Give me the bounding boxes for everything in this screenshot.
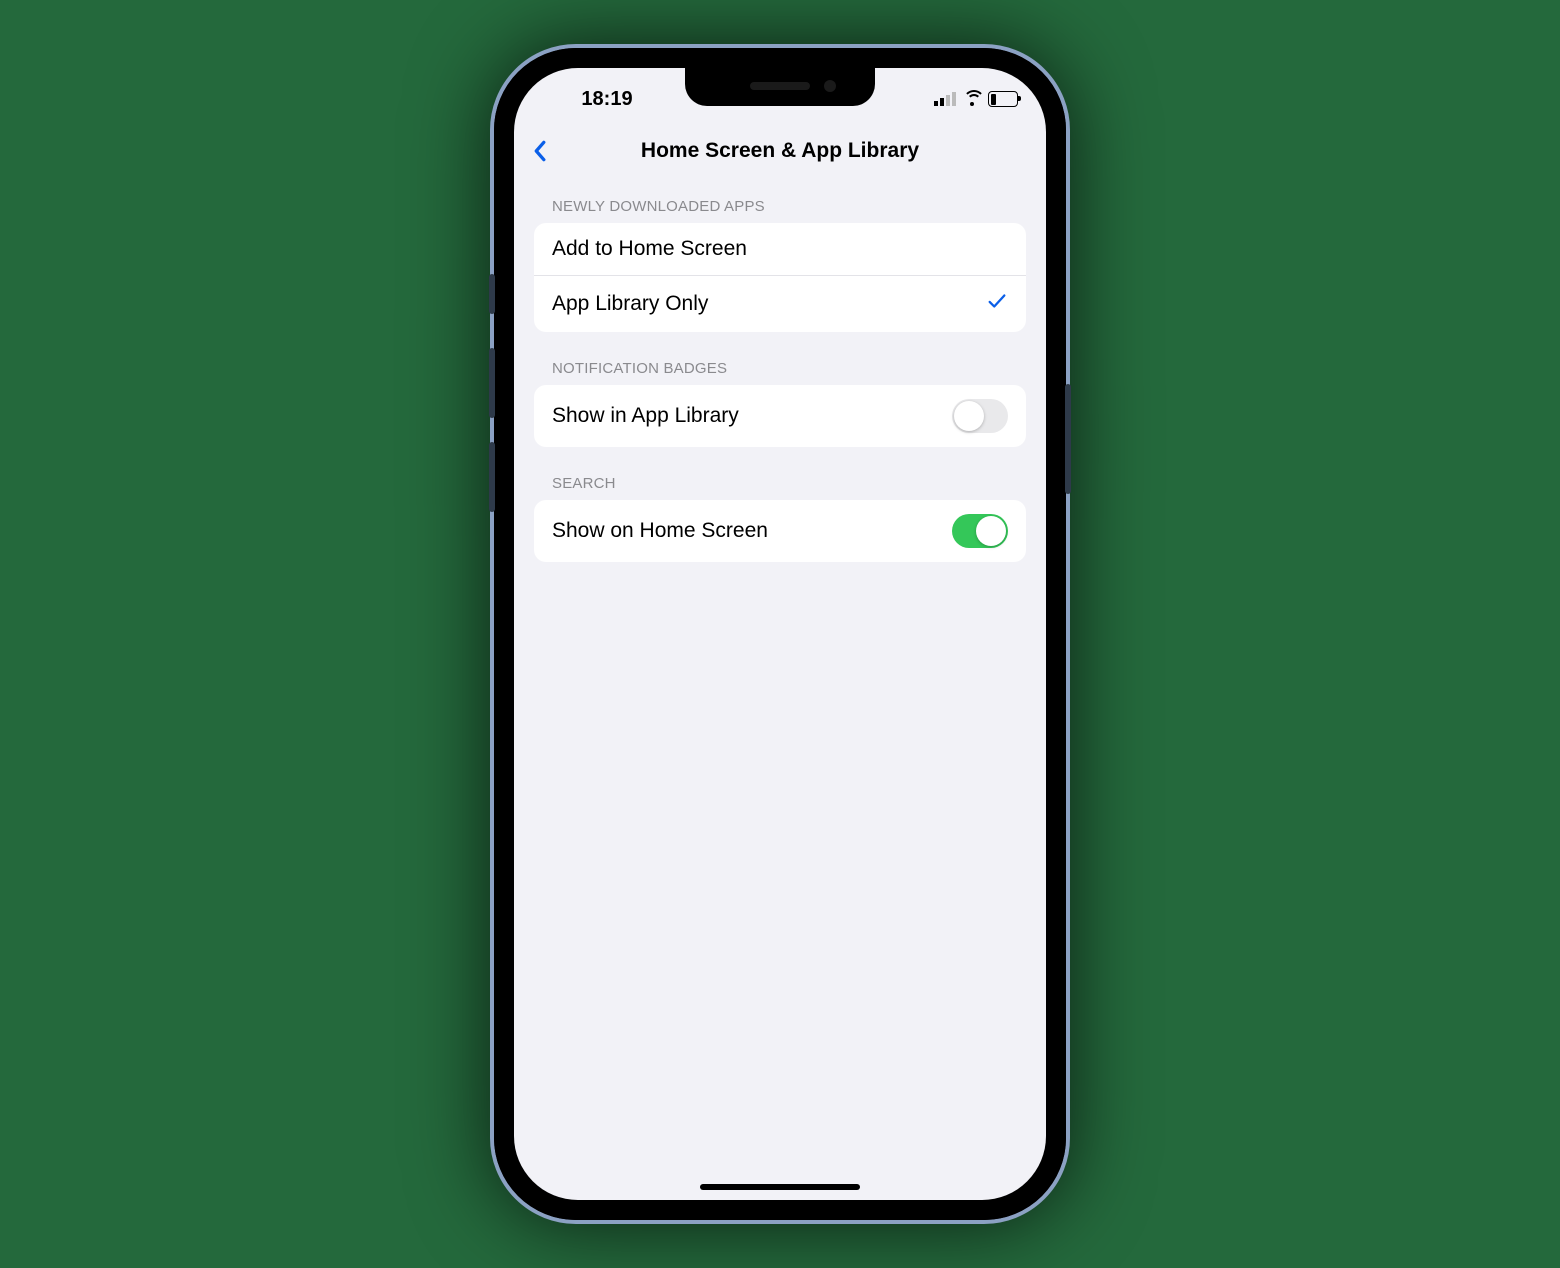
search-group: Show on Home Screen xyxy=(534,500,1026,562)
notification-badges-group: Show in App Library xyxy=(534,385,1026,447)
clock: 18:19 xyxy=(542,88,672,111)
notch xyxy=(685,68,875,106)
screen: 18:19 xyxy=(514,68,1046,1200)
toggle-show-in-app-library[interactable] xyxy=(952,399,1008,433)
volume-down-button[interactable] xyxy=(489,442,495,512)
option-app-library-only[interactable]: App Library Only xyxy=(534,275,1026,332)
row-show-in-app-library: Show in App Library xyxy=(534,385,1026,447)
section-header-notification-badges: NOTIFICATION BADGES xyxy=(552,360,1008,377)
wifi-icon xyxy=(962,92,982,106)
checkmark-icon xyxy=(986,290,1008,318)
device-frame: 18:19 xyxy=(490,44,1070,1224)
option-label: App Library Only xyxy=(552,292,708,316)
row-label: Show in App Library xyxy=(552,404,739,428)
row-show-on-home-screen: Show on Home Screen xyxy=(534,500,1026,562)
volume-up-button[interactable] xyxy=(489,348,495,418)
option-label: Add to Home Screen xyxy=(552,237,747,261)
section-header-search: SEARCH xyxy=(552,475,1008,492)
cellular-icon xyxy=(934,92,956,106)
mute-switch[interactable] xyxy=(489,274,495,314)
battery-icon xyxy=(988,91,1018,107)
section-header-newly-downloaded: NEWLY DOWNLOADED APPS xyxy=(552,198,1008,215)
home-indicator[interactable] xyxy=(700,1184,860,1190)
side-button[interactable] xyxy=(1065,384,1071,494)
option-add-to-home-screen[interactable]: Add to Home Screen xyxy=(534,223,1026,275)
newly-downloaded-group: Add to Home Screen App Library Only xyxy=(534,223,1026,332)
back-button[interactable] xyxy=(524,136,554,166)
page-title: Home Screen & App Library xyxy=(514,139,1046,163)
nav-bar: Home Screen & App Library xyxy=(514,126,1046,176)
chevron-left-icon xyxy=(533,140,546,162)
row-label: Show on Home Screen xyxy=(552,519,768,543)
toggle-show-on-home-screen[interactable] xyxy=(952,514,1008,548)
